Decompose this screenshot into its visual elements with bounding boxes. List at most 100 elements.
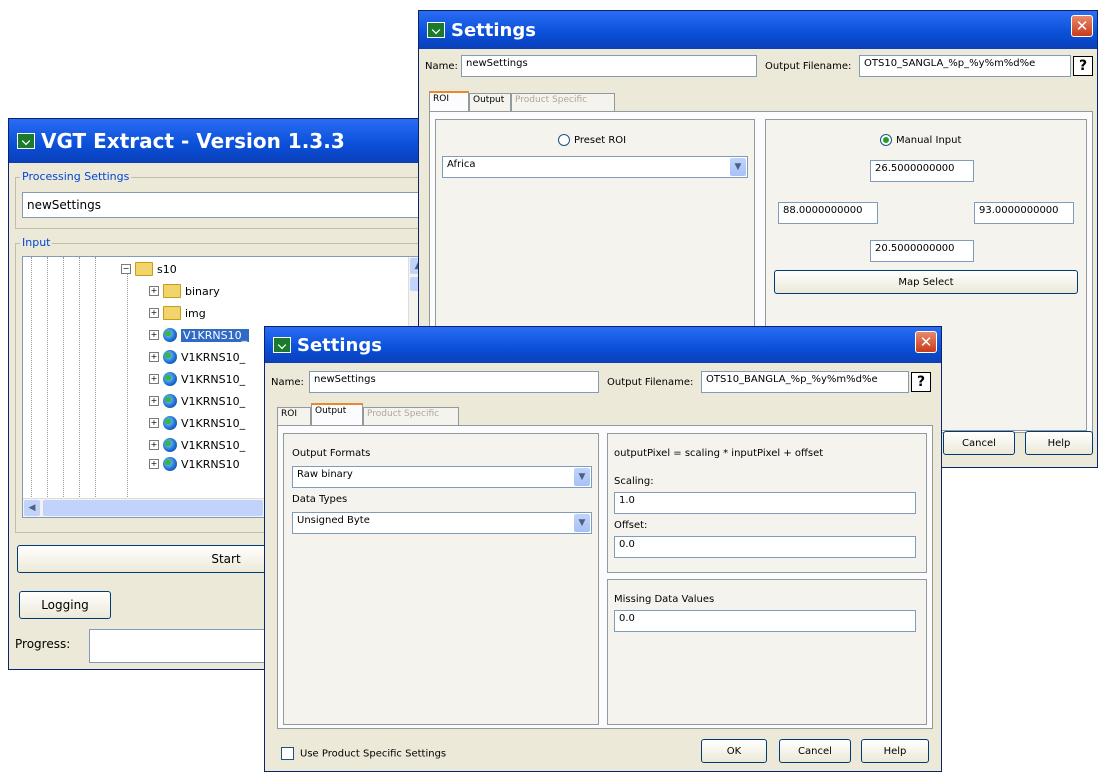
help-button-back[interactable]: Help <box>1025 431 1093 455</box>
output-filename-field[interactable]: OTS10_BANGLA_%p_%y%m%d%e <box>701 371 909 393</box>
tree-item-dataset[interactable]: + V1KRNS10_ <box>149 347 245 367</box>
tree-item-label: binary <box>185 284 220 298</box>
cancel-button[interactable]: Cancel <box>779 739 851 763</box>
cancel-label: Cancel <box>962 437 996 449</box>
logging-button[interactable]: Logging <box>19 591 111 619</box>
name-label: Name: <box>425 61 458 72</box>
use-product-specific-label: Use Product Specific Settings <box>300 748 447 760</box>
tree-item-img[interactable]: + img <box>149 303 206 323</box>
settings-back-titlebar[interactable]: Settings ✕ <box>419 11 1097 49</box>
map-select-button[interactable]: Map Select <box>774 270 1078 294</box>
manual-input-radio[interactable]: Manual Input <box>880 134 961 146</box>
output-formats-label: Output Formats <box>292 448 371 459</box>
expand-icon[interactable]: + <box>149 459 159 469</box>
missing-data-panel: Missing Data Values 0.0 <box>607 579 927 725</box>
tab-roi[interactable]: ROI <box>277 407 311 425</box>
settings-front-title: Settings <box>297 334 382 356</box>
processing-legend: Processing Settings <box>20 170 132 183</box>
tree-guide <box>47 257 48 517</box>
offset-field[interactable]: 0.0 <box>614 536 916 558</box>
chevron-down-icon[interactable]: ▼ <box>574 468 590 486</box>
tree-item-label: V1KRNS10_ <box>181 372 246 386</box>
tree-item-label: img <box>185 306 206 320</box>
output-filename-field[interactable]: OTS10_SANGLA_%p_%y%m%d%e <box>859 55 1071 77</box>
output-filename-label: Output Filename: <box>607 377 694 388</box>
expand-icon[interactable]: + <box>149 352 159 362</box>
east-field[interactable]: 93.0000000000 <box>974 202 1074 224</box>
tree-item-dataset[interactable]: + V1KRNS10_ <box>149 435 245 455</box>
tree-item-dataset[interactable]: + V1KRNS10_ <box>149 369 245 389</box>
tree-item-dataset[interactable]: + V1KRNS10_ <box>149 325 250 345</box>
missing-data-field[interactable]: 0.0 <box>614 610 916 632</box>
help-question-icon[interactable]: ? <box>1073 56 1093 76</box>
tree-item-dataset[interactable]: + V1KRNS10 <box>149 457 240 471</box>
tree-item-label: V1KRNS10_ <box>181 416 246 430</box>
south-field[interactable]: 20.5000000000 <box>870 240 974 262</box>
vgt-titlebar[interactable]: VGT Extract - Version 1.3.3 <box>9 119 439 163</box>
output-formats-value: Raw binary <box>297 469 353 480</box>
folder-open-icon <box>135 262 153 276</box>
formula-label: outputPixel = scaling * inputPixel + off… <box>614 448 824 459</box>
data-types-select[interactable]: Unsigned Byte ▼ <box>292 512 592 534</box>
radio-icon <box>558 134 570 146</box>
close-icon[interactable]: ✕ <box>915 331 937 353</box>
preset-roi-label: Preset ROI <box>574 135 627 146</box>
settings-front-titlebar[interactable]: Settings ✕ <box>265 327 941 363</box>
close-icon[interactable]: ✕ <box>1071 15 1093 37</box>
expand-icon[interactable]: + <box>149 440 159 450</box>
west-field[interactable]: 88.0000000000 <box>778 202 878 224</box>
help-question-icon[interactable]: ? <box>911 372 931 392</box>
help-label: Help <box>1047 437 1071 449</box>
expand-icon[interactable]: + <box>149 330 159 340</box>
preset-roi-select[interactable]: Africa ▼ <box>442 156 748 178</box>
chevron-down-icon[interactable]: ▼ <box>574 514 590 532</box>
help-button[interactable]: Help <box>861 739 929 763</box>
globe-icon <box>163 457 177 471</box>
tree-item-label: V1KRNS10_ <box>181 350 246 364</box>
tree-item-binary[interactable]: + binary <box>149 281 220 301</box>
use-product-specific-checkbox[interactable]: Use Product Specific Settings <box>281 747 446 760</box>
scaling-field[interactable]: 1.0 <box>614 492 916 514</box>
scaling-panel: outputPixel = scaling * inputPixel + off… <box>607 433 927 573</box>
tree-item-dataset[interactable]: + V1KRNS10_ <box>149 413 245 433</box>
tab-output[interactable]: Output <box>469 93 511 111</box>
missing-data-label: Missing Data Values <box>614 594 715 605</box>
tree-item-label: V1KRNS10_ <box>181 438 246 452</box>
output-formats-select[interactable]: Raw binary ▼ <box>292 466 592 488</box>
vgt-title: VGT Extract - Version 1.3.3 <box>41 129 345 153</box>
tree-item-label: s10 <box>157 262 177 276</box>
tab-output[interactable]: Output <box>311 403 363 425</box>
expand-icon[interactable]: + <box>149 374 159 384</box>
north-field[interactable]: 26.5000000000 <box>870 160 974 182</box>
map-select-label: Map Select <box>898 276 954 288</box>
chevron-down-icon[interactable]: ▼ <box>730 158 746 176</box>
tree-item-dataset[interactable]: + V1KRNS10_ <box>149 391 245 411</box>
tree-item-s10[interactable]: − s10 <box>121 259 177 279</box>
ok-label: OK <box>726 745 742 757</box>
name-field[interactable]: newSettings <box>309 371 599 393</box>
input-legend: Input <box>20 236 53 249</box>
processing-settings-group: Processing Settings newSettings <box>15 170 435 229</box>
tree-item-label: V1KRNS10_ <box>181 394 246 408</box>
offset-label: Offset: <box>614 520 648 531</box>
scroll-thumb[interactable] <box>43 500 263 516</box>
cancel-button-back[interactable]: Cancel <box>943 431 1015 455</box>
expand-icon[interactable]: + <box>149 396 159 406</box>
tab-product-specific: Product Specific <box>511 93 615 111</box>
tree-guide <box>127 271 128 517</box>
manual-input-label: Manual Input <box>896 135 962 146</box>
tree-guide <box>63 257 64 517</box>
expand-icon[interactable]: + <box>149 286 159 296</box>
scroll-left-icon[interactable]: ◀ <box>24 500 40 516</box>
globe-icon <box>163 438 177 452</box>
settings-back-title: Settings <box>451 19 536 41</box>
expand-icon[interactable]: + <box>149 308 159 318</box>
tab-roi[interactable]: ROI <box>429 91 469 111</box>
expand-icon[interactable]: + <box>149 418 159 428</box>
collapse-icon[interactable]: − <box>121 264 131 274</box>
preset-roi-radio[interactable]: Preset ROI <box>558 134 626 146</box>
processing-settings-field[interactable]: newSettings <box>22 192 426 218</box>
ok-button[interactable]: OK <box>701 739 767 763</box>
app-icon <box>273 337 291 353</box>
name-field[interactable]: newSettings <box>461 55 757 77</box>
